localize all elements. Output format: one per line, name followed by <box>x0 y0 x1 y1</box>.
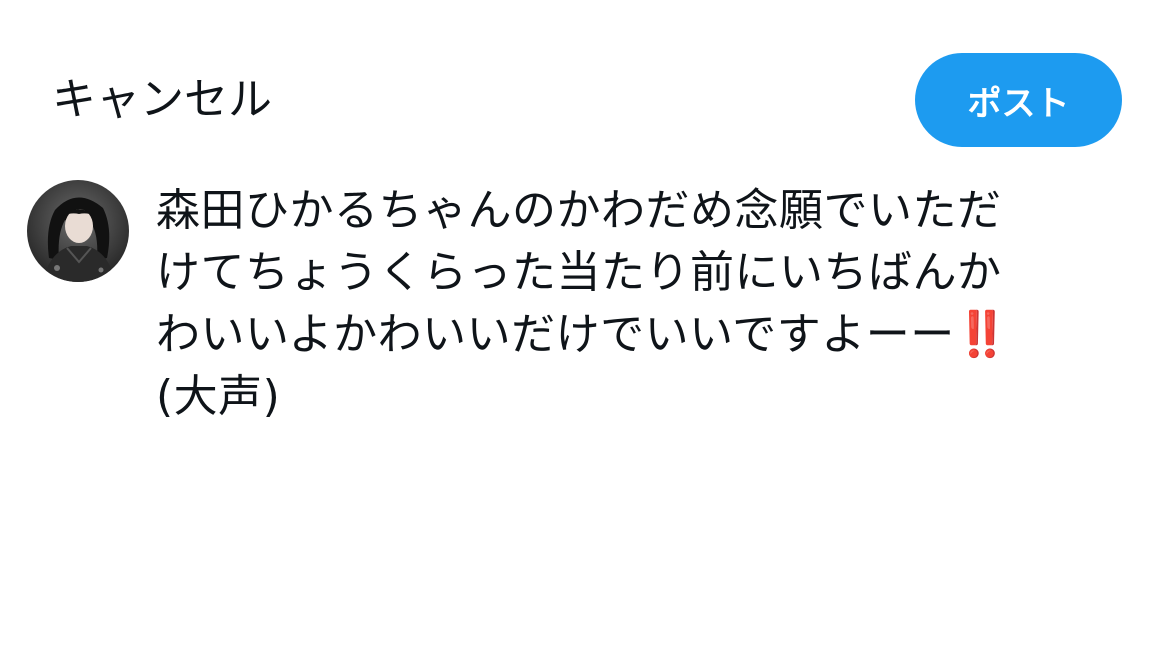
avatar[interactable] <box>27 180 129 282</box>
compose-line-3: わいいよかわいいだけでいいですよーー‼️ <box>156 304 1131 366</box>
post-button[interactable]: ポスト <box>915 53 1122 147</box>
avatar-image <box>27 180 129 282</box>
compose-line-3-text: わいいよかわいいだけでいいですよーー <box>156 309 955 360</box>
double-exclamation-emoji-icon: ‼️ <box>954 309 1011 360</box>
tweet-compose-text[interactable]: 森田ひかるちゃんのかわだめ念願でいただ けてちょうくらった当たり前にいちばんか … <box>156 180 1131 428</box>
compose-header: キャンセル ポスト <box>0 0 1169 160</box>
compose-line-2: けてちょうくらった当たり前にいちばんか <box>156 247 1002 298</box>
compose-line-1: 森田ひかるちゃんのかわだめ念願でいただ <box>156 185 1002 236</box>
compose-line-4: (大声) <box>156 371 281 422</box>
cancel-button[interactable]: キャンセル <box>52 70 272 130</box>
